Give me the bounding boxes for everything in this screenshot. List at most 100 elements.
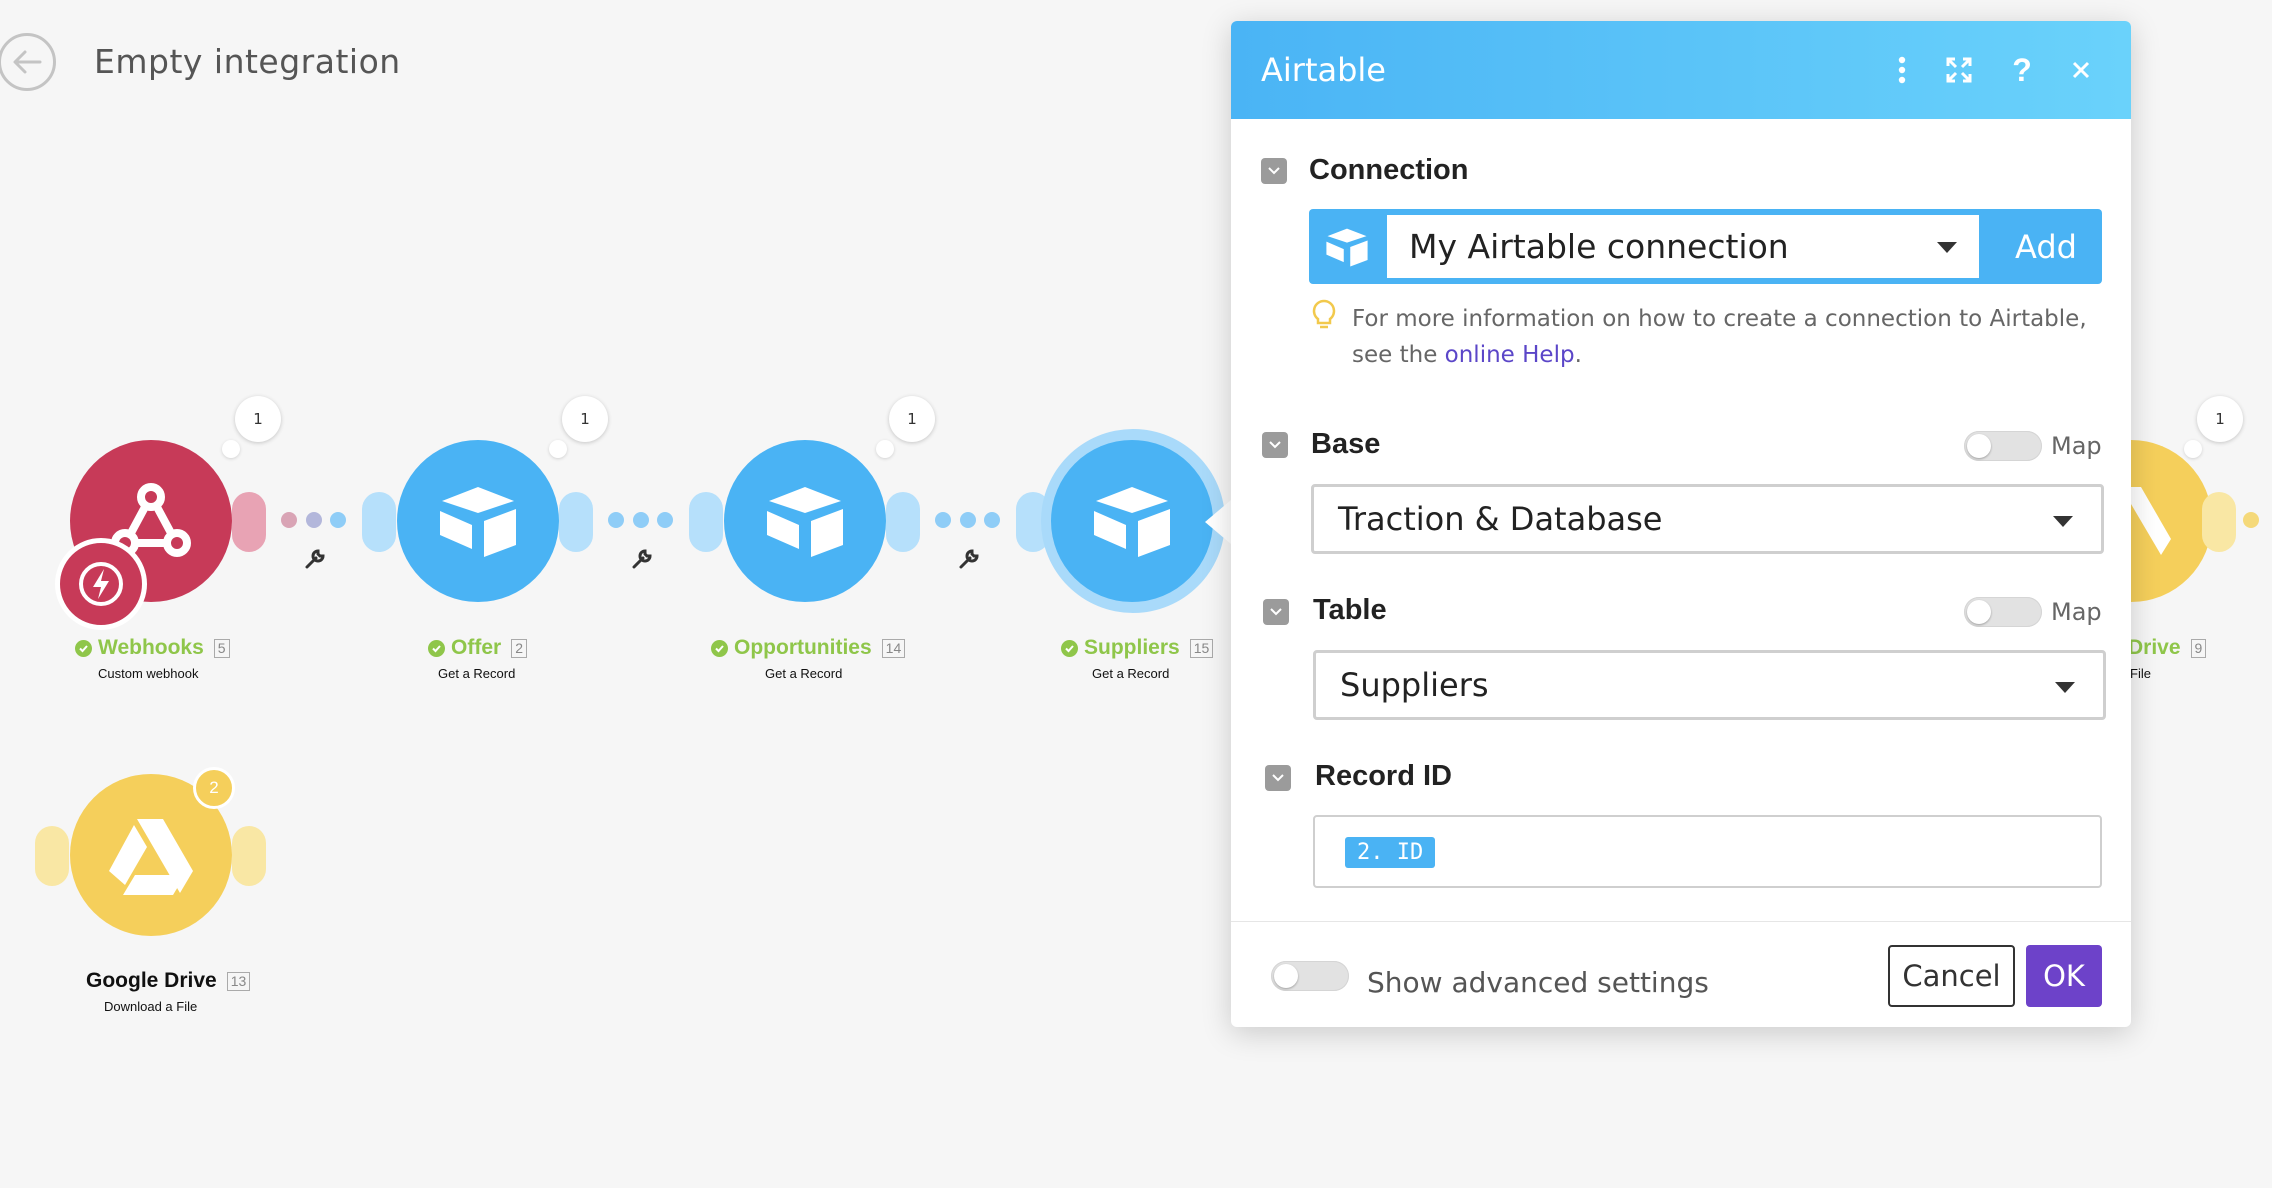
connector-right[interactable] (232, 826, 266, 886)
more-options-icon[interactable] (1883, 51, 1921, 89)
airtable-icon-circle[interactable] (397, 440, 559, 602)
airtable-icon-circle[interactable] (724, 440, 886, 602)
route-dot (935, 512, 951, 528)
table-map-toggle[interactable] (1964, 597, 2042, 627)
connection-control: My Airtable connection Add (1309, 209, 2102, 284)
route-dot (657, 512, 673, 528)
connector-right[interactable] (2202, 492, 2236, 552)
connector-left[interactable] (35, 826, 69, 886)
record-id-label: Record ID (1315, 760, 1452, 792)
route-dot (960, 512, 976, 528)
bubble-tail (876, 440, 894, 458)
module-name: Drive 9 (2128, 636, 2207, 660)
connector-right[interactable] (232, 492, 266, 552)
module-action: Custom webhook (98, 666, 199, 681)
collapse-record-id-button[interactable] (1265, 765, 1291, 791)
module-name: Offer 2 (428, 636, 527, 660)
module-action: File (2130, 666, 2151, 681)
chevron-down-icon (1272, 774, 1284, 782)
base-map-toggle[interactable] (1964, 431, 2042, 461)
scenario-title[interactable]: Empty integration (94, 42, 401, 81)
connector-right[interactable] (559, 492, 593, 552)
connector-right[interactable] (886, 492, 920, 552)
back-button[interactable] (0, 33, 56, 91)
instant-trigger-icon (55, 538, 147, 630)
online-help-link[interactable]: online Help (1445, 342, 1575, 368)
operations-bubble[interactable]: 1 (2197, 396, 2243, 442)
panel-pointer (1205, 500, 1231, 544)
bubble-tail (2184, 440, 2202, 458)
advanced-settings-toggle[interactable] (1271, 961, 1349, 991)
collapse-connection-button[interactable] (1261, 158, 1287, 184)
chevron-down-icon (1268, 167, 1280, 175)
airtable-icon (767, 487, 843, 557)
check-icon (711, 639, 728, 657)
table-select[interactable]: Suppliers (1313, 650, 2106, 720)
module-action: Download a File (104, 999, 198, 1014)
mapped-value-pill[interactable]: 2. ID (1345, 837, 1436, 868)
connection-label: Connection (1309, 154, 1469, 186)
operations-bubble[interactable]: 1 (235, 396, 281, 442)
table-value: Suppliers (1340, 666, 1489, 704)
chevron-down-icon (1269, 441, 1281, 449)
wrench-icon[interactable] (631, 548, 653, 576)
check-icon (428, 639, 445, 657)
record-id-input[interactable]: 2. ID (1313, 815, 2102, 888)
route-dot (2243, 512, 2259, 528)
route-dot (633, 512, 649, 528)
panel-header: Airtable ? (1231, 21, 2131, 119)
module-action: Get a Record (438, 666, 516, 681)
operations-badge: 2 (193, 767, 235, 809)
wrench-icon[interactable] (958, 548, 980, 576)
module-id: 5 (213, 638, 230, 658)
chevron-down-icon (1270, 608, 1282, 616)
connector-left[interactable] (362, 492, 396, 552)
google-drive-icon (109, 819, 193, 895)
close-icon[interactable] (2062, 51, 2100, 89)
connection-hint: For more information on how to create a … (1352, 301, 2092, 373)
base-label: Base (1311, 428, 1381, 460)
module-id: 9 (2190, 638, 2207, 658)
panel-title: Airtable (1261, 51, 1386, 89)
module-id: 2 (511, 638, 527, 658)
table-map-label: Map (2051, 598, 2102, 626)
add-connection-button[interactable]: Add (1990, 209, 2102, 284)
cancel-button[interactable]: Cancel (1888, 945, 2015, 1007)
module-action: Get a Record (765, 666, 843, 681)
bubble-tail (549, 440, 567, 458)
help-icon[interactable]: ? (2003, 51, 2041, 89)
module-id: 13 (226, 971, 251, 991)
caret-down-icon (2055, 682, 2075, 693)
operations-bubble[interactable]: 1 (889, 396, 935, 442)
module-id: 14 (881, 638, 906, 658)
base-map-label: Map (2051, 432, 2102, 460)
route-dot (608, 512, 624, 528)
collapse-table-button[interactable] (1263, 599, 1289, 625)
collapse-base-button[interactable] (1262, 432, 1288, 458)
check-icon (1061, 639, 1078, 657)
operations-bubble[interactable]: 1 (562, 396, 608, 442)
connector-left[interactable] (689, 492, 723, 552)
lightbulb-icon (1312, 299, 1336, 329)
route-dot (330, 512, 346, 528)
wrench-icon[interactable] (304, 548, 326, 576)
airtable-icon (1094, 487, 1170, 557)
base-select[interactable]: Traction & Database (1311, 484, 2104, 554)
route-dot (984, 512, 1000, 528)
panel-footer: Show advanced settings Cancel OK (1231, 921, 2131, 1027)
caret-down-icon (1937, 242, 1957, 253)
ok-button[interactable]: OK (2026, 945, 2102, 1007)
connection-select[interactable]: My Airtable connection (1387, 215, 1979, 278)
arrow-left-icon (13, 50, 42, 74)
expand-icon[interactable] (1940, 51, 1978, 89)
module-id: 15 (1189, 638, 1214, 658)
module-name: Opportunities 14 (711, 636, 906, 660)
base-value: Traction & Database (1338, 500, 1663, 538)
airtable-icon (440, 487, 516, 557)
connection-value: My Airtable connection (1409, 227, 1789, 266)
table-label: Table (1313, 594, 1387, 626)
advanced-settings-label: Show advanced settings (1367, 966, 1709, 999)
airtable-icon-circle[interactable] (1051, 440, 1213, 602)
module-name: Webhooks 5 (75, 636, 230, 660)
route-dot (281, 512, 297, 528)
